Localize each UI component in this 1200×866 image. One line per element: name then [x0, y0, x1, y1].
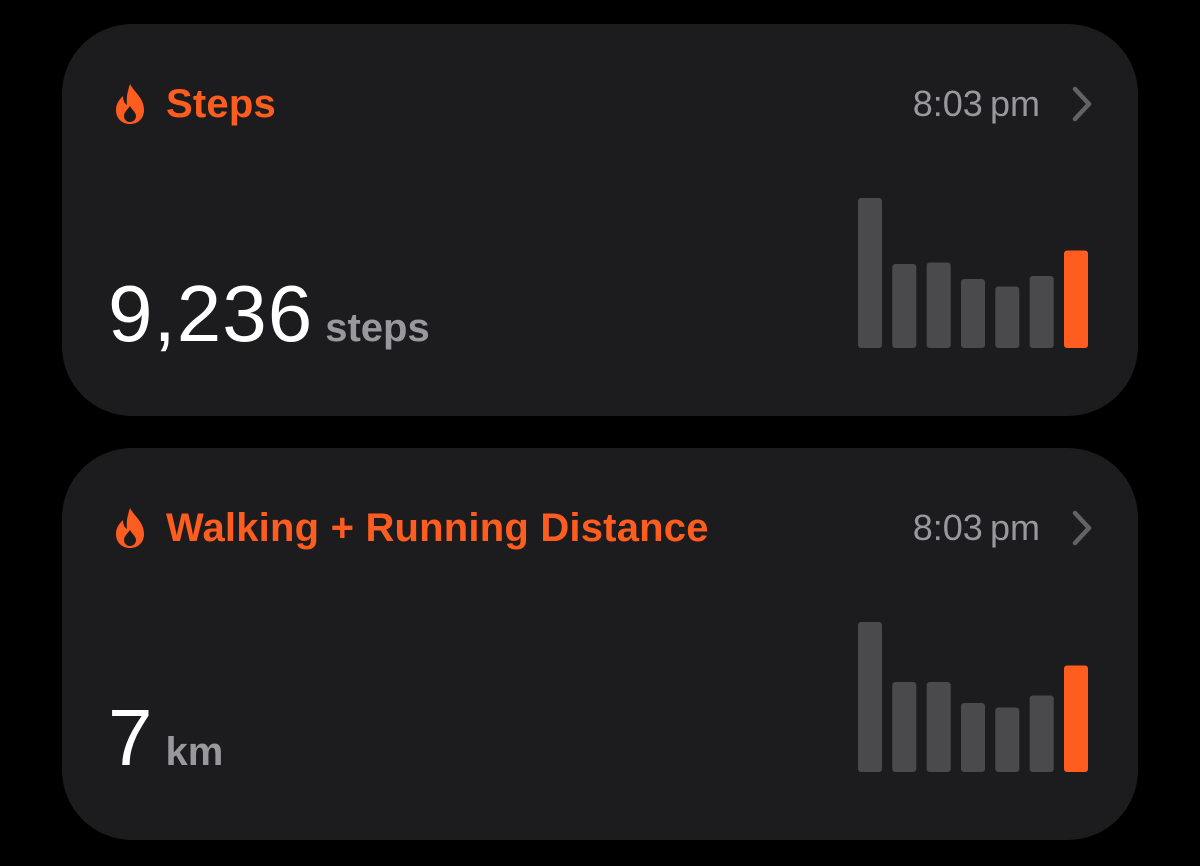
- timestamp: 8:03 pm: [912, 507, 1040, 548]
- timestamp: 8:03 pm: [912, 83, 1040, 124]
- flame-icon: [110, 82, 150, 126]
- metric-unit: km: [165, 730, 224, 774]
- bar-day: [858, 622, 882, 772]
- bar-day: [1029, 276, 1054, 348]
- bar-day: [961, 703, 985, 772]
- metric-unit: steps: [325, 306, 430, 350]
- mini-bar-chart: [858, 622, 1088, 772]
- chevron-right-icon[interactable]: [1070, 84, 1094, 124]
- card-title: Steps: [166, 81, 276, 126]
- metric-value-row: 7 km: [108, 692, 223, 784]
- bar-day: [926, 682, 951, 772]
- bar-chart-svg: [858, 198, 1088, 348]
- mini-bar-chart: [858, 198, 1088, 348]
- bar-day: [961, 279, 985, 348]
- distance-card[interactable]: Walking + Running Distance 8:03 pm 7 km: [62, 448, 1138, 840]
- bar-day: [1029, 695, 1054, 772]
- bar-day: [926, 262, 951, 348]
- flame-icon: [110, 506, 150, 550]
- bar-day: [892, 264, 917, 348]
- bar-day: [995, 707, 1020, 772]
- card-title: Walking + Running Distance: [166, 505, 709, 550]
- card-header: Steps 8:03 pm: [110, 74, 1094, 134]
- card-header: Walking + Running Distance 8:03 pm: [110, 498, 1094, 558]
- metric-value: 9,236: [108, 269, 314, 358]
- metric-value: 7: [108, 693, 154, 782]
- bar-today: [1064, 250, 1088, 348]
- chevron-right-icon[interactable]: [1070, 508, 1094, 548]
- bar-day: [995, 286, 1020, 348]
- bar-today: [1064, 665, 1088, 772]
- steps-card[interactable]: Steps 8:03 pm 9,236 steps: [62, 24, 1138, 416]
- bar-day: [892, 682, 917, 772]
- metric-value-row: 9,236 steps: [108, 268, 430, 360]
- bar-day: [858, 198, 882, 348]
- bar-chart-svg: [858, 622, 1088, 772]
